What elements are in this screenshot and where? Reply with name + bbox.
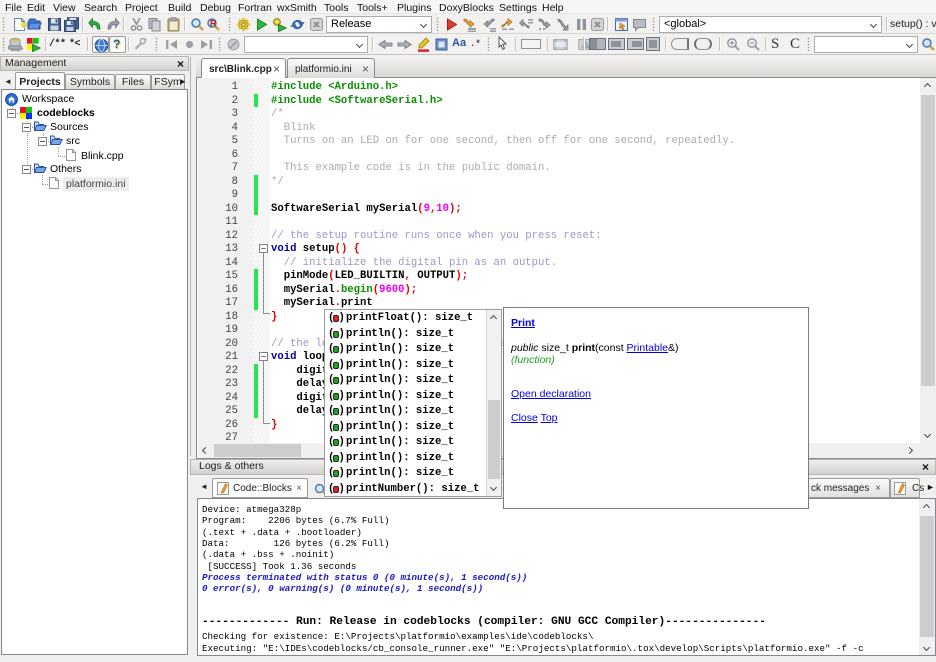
- svg-text:R: R: [210, 19, 217, 29]
